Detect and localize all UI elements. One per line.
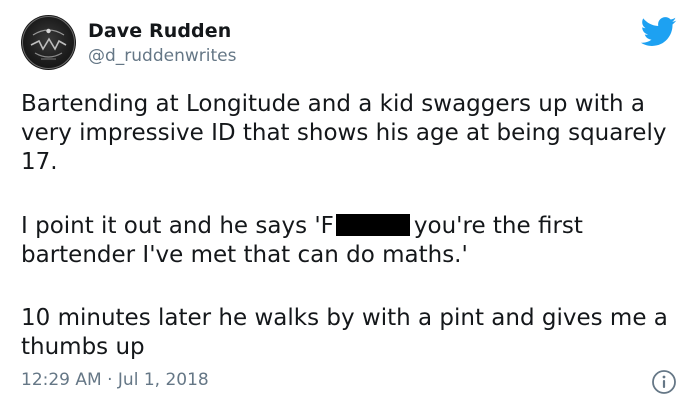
author-name[interactable]: Dave Rudden	[88, 20, 231, 42]
tweet-card: Dave Rudden @d_ruddenwrites Bartending a…	[0, 0, 700, 405]
tweet-paragraph-2-start: I point it out and he says 'F	[21, 213, 334, 239]
avatar-image	[22, 16, 75, 69]
tweet-paragraph-2: I point it out and he says 'F you're the …	[21, 212, 691, 270]
twitter-bird-icon[interactable]	[641, 17, 677, 47]
tweet-paragraph-1: Bartending at Longitude and a kid swagge…	[21, 91, 667, 175]
info-icon[interactable]	[651, 369, 677, 395]
tweet-paragraph-3: 10 minutes later he walks by with a pint…	[21, 305, 668, 360]
avatar[interactable]	[21, 15, 76, 70]
redaction-bar	[335, 214, 410, 236]
author-handle[interactable]: @d_ruddenwrites	[88, 46, 236, 66]
tweet-timestamp[interactable]: 12:29 AM · Jul 1, 2018	[21, 370, 209, 390]
